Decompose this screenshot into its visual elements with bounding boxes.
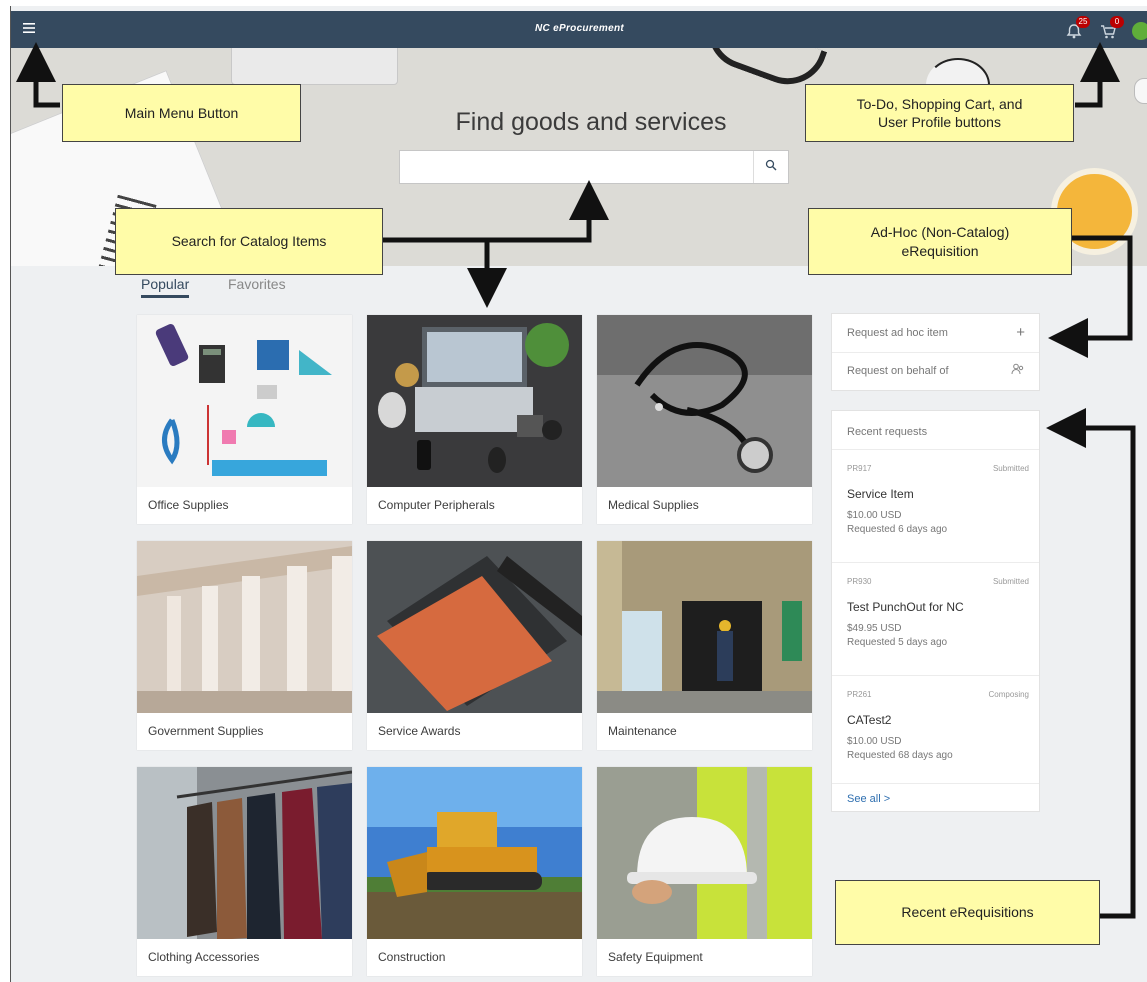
callout-main-menu-text: Main Menu Button bbox=[124, 104, 239, 121]
callout-adhoc-line1: Ad-Hoc (Non-Catalog) bbox=[870, 224, 1010, 241]
annotation-arrows bbox=[16, 42, 1136, 919]
callout-recent: Recent eRequisitions bbox=[835, 880, 1100, 945]
top-crop bbox=[0, 0, 1147, 6]
callout-header-buttons-line1: To-Do, Shopping Cart, and bbox=[856, 95, 1023, 112]
callout-search-text: Search for Catalog Items bbox=[171, 233, 327, 250]
callout-adhoc-line2: eRequisition bbox=[901, 242, 979, 259]
callout-main-menu: Main Menu Button bbox=[62, 84, 301, 142]
callout-recent-text: Recent eRequisitions bbox=[901, 904, 1034, 921]
callout-search: Search for Catalog Items bbox=[115, 208, 383, 275]
callout-adhoc: Ad-Hoc (Non-Catalog) eRequisition bbox=[808, 208, 1072, 275]
callout-header-buttons-line2: User Profile buttons bbox=[878, 114, 1001, 130]
callout-header-buttons: To-Do, Shopping Cart, and User Profile b… bbox=[805, 84, 1074, 142]
